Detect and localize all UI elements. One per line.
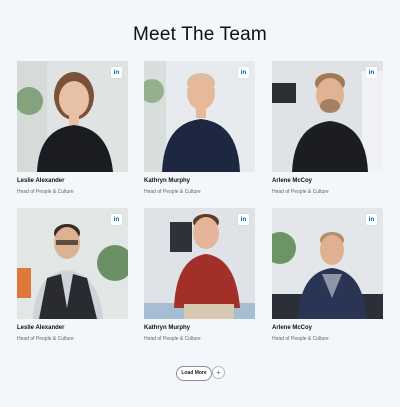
team-member-photo: in (144, 61, 255, 172)
linkedin-icon[interactable]: in (111, 214, 122, 225)
member-name: Kathryn Murphy (144, 325, 191, 331)
linkedin-icon[interactable]: in (238, 67, 249, 78)
member-name: Kathryn Murphy (144, 178, 191, 184)
member-name: Arlene McCoy (272, 178, 313, 184)
member-name: Leslie Alexander (17, 325, 65, 331)
team-card: in Leslie Alexander Head of People & Cul… (17, 61, 128, 195)
team-card: in Kathryn Murphy Head of People & Cultu… (144, 61, 255, 195)
team-member-photo: in (144, 208, 255, 319)
team-member-photo: in (17, 208, 128, 319)
load-more-button[interactable]: Load More (176, 366, 212, 381)
team-member-photo: in (17, 61, 128, 172)
team-card: in Arlene McCoy Head of People & Culture (272, 61, 383, 195)
member-role: Head of People & Culture (144, 189, 201, 195)
team-card: in Kathryn Murphy Head of People & Cultu… (144, 208, 255, 342)
plus-icon[interactable]: + (212, 366, 225, 379)
member-name: Leslie Alexander (17, 178, 65, 184)
team-member-photo: in (272, 61, 383, 172)
linkedin-icon[interactable]: in (111, 67, 122, 78)
linkedin-icon[interactable]: in (366, 67, 377, 78)
team-grid: in Leslie Alexander Head of People & Cul… (0, 0, 400, 407)
team-member-photo: in (272, 208, 383, 319)
member-role: Head of People & Culture (272, 189, 329, 195)
member-role: Head of People & Culture (272, 336, 329, 342)
team-card: in Arlene McCoy Head of People & Culture (272, 208, 383, 342)
member-role: Head of People & Culture (144, 336, 201, 342)
member-role: Head of People & Culture (17, 336, 74, 342)
member-role: Head of People & Culture (17, 189, 74, 195)
member-name: Arlene McCoy (272, 325, 313, 331)
team-card: in Leslie Alexander Head of People & Cul… (17, 208, 128, 342)
linkedin-icon[interactable]: in (366, 214, 377, 225)
linkedin-icon[interactable]: in (238, 214, 249, 225)
